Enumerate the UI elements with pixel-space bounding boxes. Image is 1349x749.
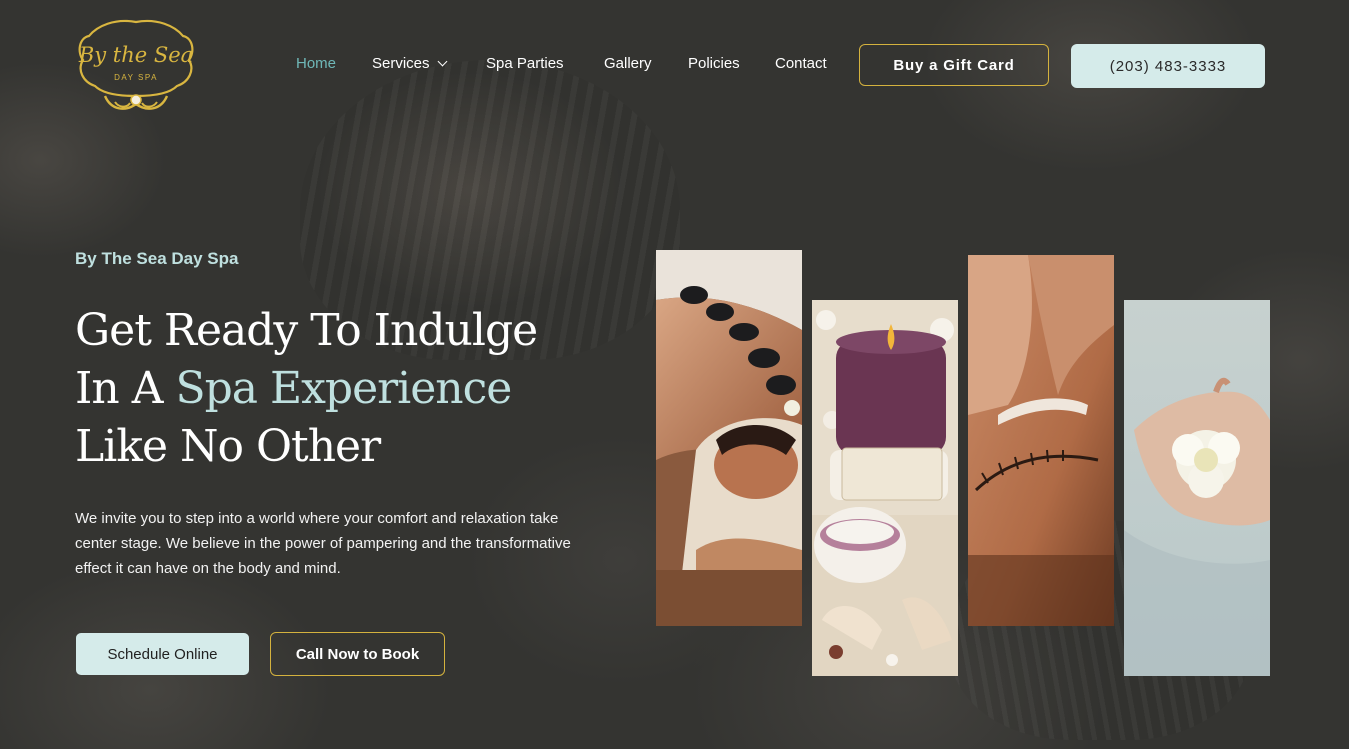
phone-button[interactable]: (203) 483-3333 [1071,44,1265,88]
headline-line-3: Like No Other [75,421,381,472]
page: By the Sea DAY SPA Home Services Spa Par… [0,0,1349,749]
headline-line-1: Get Ready To Indulge [75,305,538,356]
chevron-down-icon [437,56,447,67]
nav-gallery[interactable]: Gallery [604,52,652,76]
headline-accent: Spa Experience [175,363,512,414]
buy-gift-card-button[interactable]: Buy a Gift Card [859,44,1049,86]
hero-headline: Get Ready To Indulge In A Spa Experience… [75,302,635,476]
gallery-photo-candle-spa [812,300,958,676]
nav-policies[interactable]: Policies [688,52,740,76]
schedule-online-button[interactable]: Schedule Online [76,633,249,675]
logo-script-text: By the Sea [78,43,193,67]
logo-sub-text: DAY SPA [114,73,158,82]
nav-home[interactable]: Home [296,52,336,76]
nav-services[interactable]: Services [372,52,447,76]
logo[interactable]: By the Sea DAY SPA [75,16,197,118]
nav-contact[interactable]: Contact [775,52,827,76]
hero-eyebrow: By The Sea Day Spa [75,249,239,268]
headline-line-2-prefix: In A [75,363,176,414]
gallery-photo-hot-stone-massage [656,250,802,626]
gallery-photo-facial-massage [968,255,1114,626]
logo-shell-icon: By the Sea DAY SPA [78,19,194,110]
nav-services-label: Services [372,55,430,72]
hero-description: We invite you to step into a world where… [75,510,571,577]
gallery-photo-flower-water [1124,300,1270,676]
nav-spa-parties[interactable]: Spa Parties [486,52,564,76]
call-now-button[interactable]: Call Now to Book [270,632,445,676]
